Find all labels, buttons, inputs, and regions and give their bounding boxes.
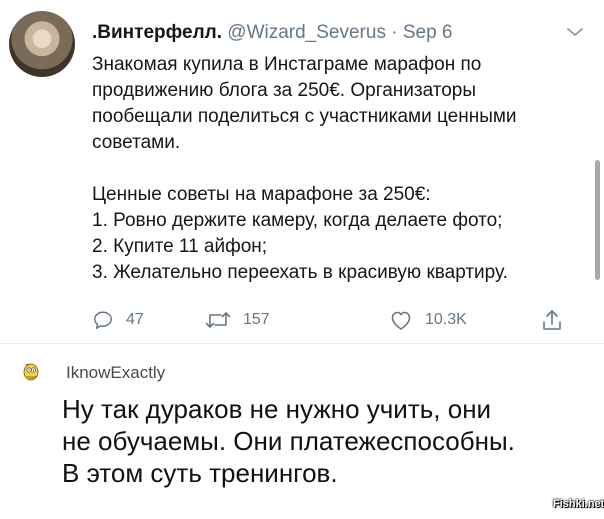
section-divider <box>0 343 604 344</box>
like-count: 10.3K <box>425 311 467 328</box>
tweet-card: .Винтерфелл. @Wizard_Severus · Sep 6 Зна… <box>0 0 604 343</box>
tweet-line: продвижению блога за 250€. Организаторы <box>92 80 477 101</box>
retweet-icon <box>205 312 231 328</box>
tweet-line: пообещали поделиться с участниками ценны… <box>92 106 517 127</box>
tweet-line: 1. Ровно держите камеру, когда делаете ф… <box>92 210 503 231</box>
comment-line: Ну так дураков не нужно учить, они <box>62 394 492 424</box>
like-button[interactable]: 10.3K <box>389 306 467 334</box>
tweet-date[interactable]: Sep 6 <box>403 22 453 43</box>
like-icon <box>391 311 411 330</box>
retweet-count: 157 <box>243 311 270 328</box>
reply-icon <box>94 311 112 329</box>
tweet-header: .Винтерфелл. @Wizard_Severus · Sep 6 <box>92 22 453 44</box>
header-separator: · <box>391 22 398 43</box>
tweet-line: 3. Желательно переехать в красивую кварт… <box>92 262 508 283</box>
reply-button[interactable]: 47 <box>92 306 144 334</box>
display-name[interactable]: .Винтерфелл. <box>92 22 222 43</box>
comment-text: Ну так дураков не нужно учить, они не об… <box>62 393 582 489</box>
scrollbar[interactable] <box>595 160 600 280</box>
share-button[interactable] <box>541 306 563 334</box>
tweet-text: Знакомая купила в Инстаграме марафон по … <box>92 52 592 286</box>
tweet-line: Знакомая купила в Инстаграме марафон по <box>92 54 482 75</box>
comment-username[interactable]: IknowExactly <box>66 363 165 383</box>
tweet-line: 2. Купите 11 айфон; <box>92 236 268 257</box>
homer-avatar-icon[interactable] <box>18 362 44 384</box>
watermark: Fishki.net <box>553 498 604 510</box>
tweet-actions: 47 157 10.3K <box>92 306 592 334</box>
chevron-down-icon[interactable] <box>566 26 584 38</box>
reply-count: 47 <box>126 311 144 328</box>
share-icon <box>543 310 561 330</box>
comment-line: не обучаемы. Они платежеспособны. <box>62 426 515 456</box>
tweet-line-blank <box>92 156 592 182</box>
user-handle[interactable]: @Wizard_Severus <box>227 22 386 43</box>
tweet-line: советами. <box>92 132 181 153</box>
user-avatar[interactable] <box>9 11 75 77</box>
retweet-button[interactable]: 157 <box>205 306 270 334</box>
comment-line: В этом суть тренингов. <box>62 458 338 488</box>
tweet-line: Ценные советы на марафоне за 250€: <box>92 184 431 205</box>
